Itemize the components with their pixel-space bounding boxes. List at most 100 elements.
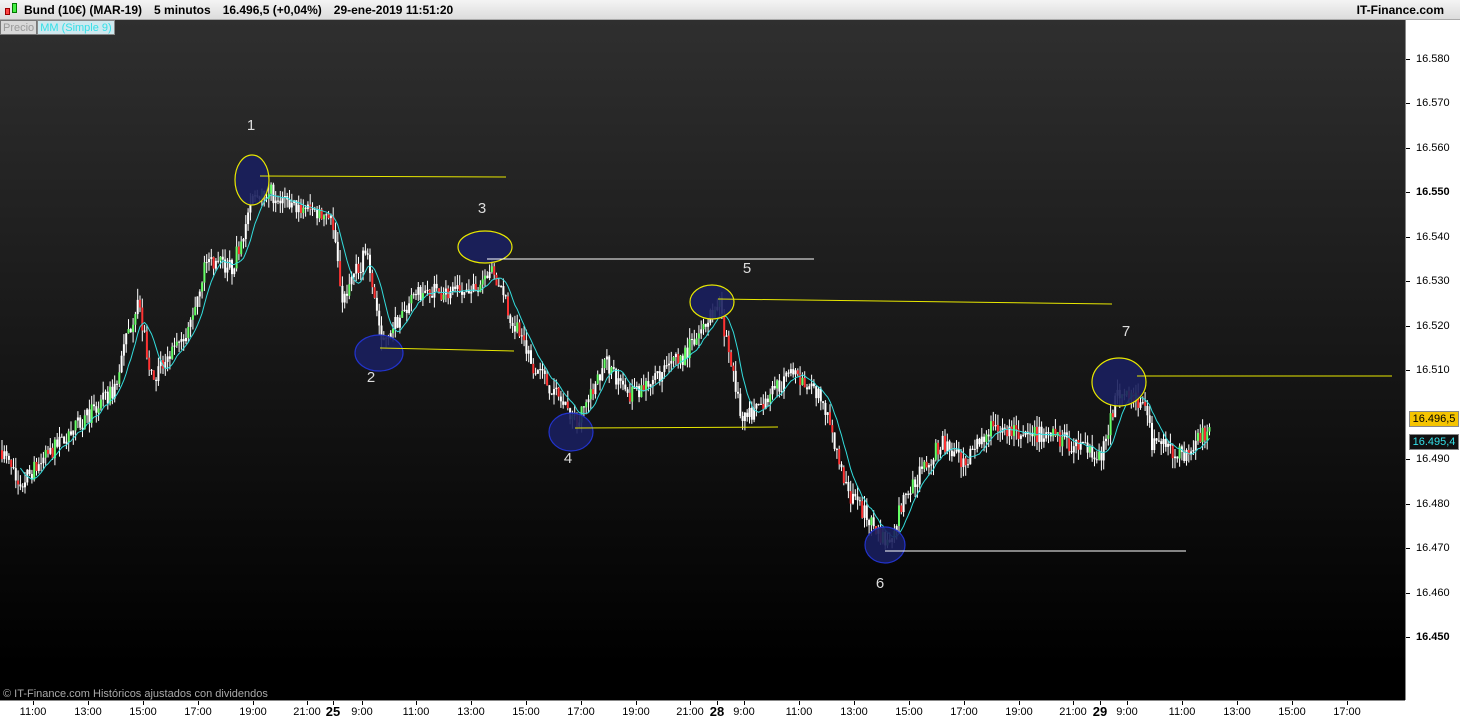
legend-price[interactable]: Precio bbox=[0, 20, 38, 35]
candle-body bbox=[939, 449, 942, 455]
candle-body bbox=[518, 322, 521, 337]
candle-body bbox=[497, 285, 500, 287]
candle-body bbox=[141, 307, 144, 331]
legend-moving-average[interactable]: MM (Simple 9) bbox=[37, 20, 115, 35]
candle-body bbox=[914, 479, 917, 488]
candle-body bbox=[311, 208, 314, 210]
candle-body bbox=[992, 421, 995, 427]
price-tick-label: 16.550 bbox=[1416, 186, 1450, 199]
time-tick bbox=[799, 701, 800, 705]
candle-body bbox=[1100, 451, 1103, 461]
candle-body bbox=[819, 388, 822, 402]
candle-body bbox=[373, 287, 376, 298]
candle-body bbox=[1102, 441, 1105, 461]
candle-body bbox=[693, 339, 696, 345]
candle-body bbox=[796, 370, 799, 374]
candle-body bbox=[304, 207, 307, 209]
time-axis[interactable]: 11:00 13:00 15:00 17:00 19:00 21:00 25 9:00 11:0… bbox=[0, 700, 1405, 720]
candle-body bbox=[1206, 431, 1209, 441]
candle-body bbox=[863, 505, 866, 518]
candle-body bbox=[785, 372, 788, 377]
candle-body bbox=[801, 377, 804, 385]
candle-body bbox=[826, 412, 829, 415]
candle-body bbox=[171, 346, 174, 359]
candle-body bbox=[778, 380, 781, 392]
candle-body bbox=[946, 441, 949, 452]
price-tick bbox=[1406, 236, 1410, 238]
candle-body bbox=[1139, 402, 1142, 408]
candle-body bbox=[458, 285, 461, 291]
candle-body bbox=[1093, 457, 1096, 460]
candle-body bbox=[631, 386, 634, 402]
time-tick bbox=[717, 701, 718, 705]
candle-body bbox=[244, 224, 247, 240]
candle-body bbox=[1013, 425, 1015, 436]
candle-body bbox=[994, 424, 997, 427]
candle-body bbox=[242, 239, 245, 242]
price-tick-label: 16.470 bbox=[1416, 542, 1450, 555]
candle-body bbox=[838, 449, 841, 465]
candle-body bbox=[104, 391, 107, 393]
candle-body bbox=[585, 402, 588, 408]
candle-body bbox=[987, 434, 990, 437]
time-tick bbox=[253, 701, 254, 705]
candle-body bbox=[1070, 451, 1073, 453]
candle-body bbox=[760, 403, 762, 405]
candle-body bbox=[178, 341, 181, 343]
candle-body bbox=[748, 407, 751, 417]
candle-body bbox=[474, 283, 477, 291]
candle-body bbox=[773, 386, 776, 389]
candle-body bbox=[394, 317, 397, 329]
candle-body bbox=[677, 354, 680, 364]
annotation-level-line bbox=[574, 426, 779, 429]
candle-body bbox=[704, 323, 707, 327]
candle-body bbox=[481, 279, 484, 285]
candle-body bbox=[35, 461, 38, 471]
axis-corner bbox=[1405, 700, 1460, 720]
candle-body bbox=[849, 491, 852, 504]
candle-body bbox=[539, 368, 542, 371]
candle-body bbox=[1015, 425, 1018, 430]
candle-body bbox=[495, 274, 498, 286]
candle-body bbox=[191, 315, 194, 320]
price-axis[interactable]: 16.580 16.570 16.560 16.550 16.540 16.530 16.5… bbox=[1405, 20, 1460, 700]
candle-body bbox=[1, 450, 3, 460]
candle-body bbox=[1047, 432, 1050, 434]
instrument-name: Bund (10€) (MAR-19) bbox=[24, 2, 143, 17]
candle-body bbox=[1109, 413, 1112, 436]
time-tick-label: 11:00 bbox=[785, 706, 813, 718]
candle-body bbox=[201, 282, 204, 292]
candle-body bbox=[72, 430, 75, 435]
candle-body bbox=[817, 388, 820, 399]
candle-body bbox=[651, 379, 654, 385]
annotation-level-line bbox=[717, 298, 1113, 305]
candle-body bbox=[829, 412, 831, 426]
price-tick-label: 16.480 bbox=[1416, 497, 1450, 510]
candle-body bbox=[339, 261, 342, 286]
candle-body bbox=[24, 482, 26, 488]
time-tick-label: 19:00 bbox=[622, 706, 650, 718]
candle-body bbox=[166, 356, 169, 362]
candle-body bbox=[1098, 451, 1101, 460]
candle-body bbox=[955, 449, 958, 452]
candle-body bbox=[617, 378, 620, 385]
candle-body bbox=[10, 459, 13, 468]
candle-body bbox=[28, 469, 31, 474]
candle-body bbox=[1144, 402, 1147, 406]
candle-body bbox=[645, 381, 647, 391]
time-tick-label: 15:00 bbox=[129, 706, 157, 718]
candle-body bbox=[93, 404, 95, 407]
time-tick-label: 15:00 bbox=[1278, 706, 1306, 718]
candle-body bbox=[973, 448, 976, 450]
candle-body bbox=[21, 486, 24, 488]
candle-body bbox=[921, 466, 923, 469]
candle-body bbox=[1031, 433, 1034, 437]
price-tick-label: 16.570 bbox=[1416, 97, 1450, 110]
candle-body bbox=[1010, 426, 1013, 436]
candle-body bbox=[375, 297, 378, 311]
price-tick bbox=[1406, 103, 1410, 105]
candle-body bbox=[240, 241, 243, 255]
candle-body bbox=[587, 399, 590, 403]
candle-body bbox=[47, 449, 49, 454]
price-chart[interactable]: 1 2 3 4 5 6 7 bbox=[0, 20, 1405, 700]
